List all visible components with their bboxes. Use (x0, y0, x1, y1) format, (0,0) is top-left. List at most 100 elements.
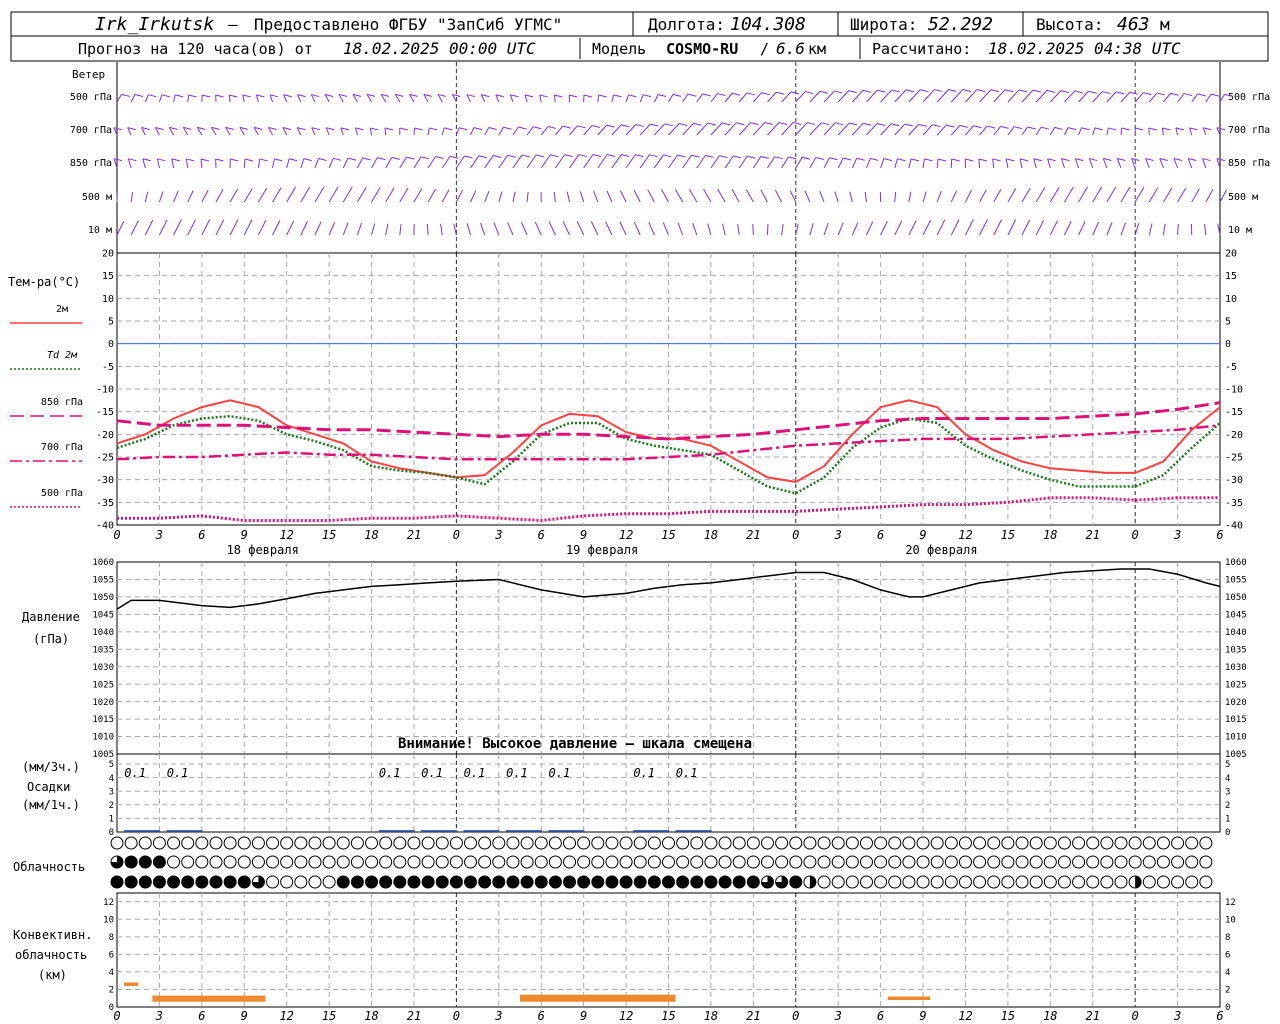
hour-label: 15 (322, 528, 336, 542)
wind-barb-feather (1014, 126, 1023, 130)
wind-barb (269, 94, 274, 103)
cloud-symbol (407, 875, 421, 889)
wind-barb (1005, 158, 1009, 169)
cloud-symbol (280, 875, 294, 889)
cloud-symbol (760, 855, 774, 869)
wind-barb (1035, 220, 1045, 236)
wind-barb (371, 186, 381, 203)
cloud-symbol (393, 875, 407, 889)
cloud-symbol (1185, 836, 1199, 850)
hour-label-bottom: 12 (619, 1009, 633, 1023)
wind-barb-feather (1189, 127, 1198, 131)
wind-barb (583, 125, 593, 136)
wind-barb (1106, 186, 1117, 203)
cloud-symbol (1128, 855, 1142, 869)
wind-barb-feather (658, 94, 667, 98)
wind-barb-feather (521, 154, 531, 158)
hour-label-bottom: 3 (155, 1009, 163, 1023)
cloud-symbol (944, 836, 958, 850)
wind-barb-feather (897, 158, 906, 162)
wind-barb (908, 220, 917, 236)
wind-barb (480, 222, 486, 236)
cloud-symbol (563, 875, 577, 889)
cloud-symbol (520, 836, 534, 850)
wind-barb-feather (918, 123, 927, 127)
cloud-symbol (1072, 855, 1086, 869)
wind-barb-feather (621, 154, 630, 158)
cloud-symbol (421, 836, 435, 850)
cloud-symbol (732, 855, 746, 869)
wind-barb-feather (672, 93, 682, 97)
cloud-symbol (322, 875, 336, 889)
wind-barb-feather (707, 122, 716, 126)
wind-barb (493, 222, 500, 236)
lat-label: Широта: (850, 15, 917, 34)
precipitation-bars: 0.1 0.1 0.1 0.1 0.1 0.1 0.1 0.1 0.1 (124, 766, 712, 832)
wind-barb (243, 219, 253, 236)
wind-barb-feather (746, 155, 756, 159)
cloud-symbol (1043, 875, 1057, 889)
temp-tick-right: -20 (1225, 430, 1243, 441)
precip-value: 0.1 (421, 766, 443, 780)
cloud-symbol (336, 855, 350, 869)
temp-tick-left: -30 (96, 475, 114, 486)
wind-barb (1145, 158, 1150, 169)
wind-barb (385, 157, 393, 169)
cloud-symbol (760, 836, 774, 850)
wind-barb (781, 122, 794, 136)
wind-barb (922, 158, 926, 169)
cloud-symbol (958, 855, 972, 869)
cloud-symbol (930, 836, 944, 850)
temp-tick-right: 20 (1225, 249, 1237, 260)
wind-barb (620, 190, 627, 203)
wind-barb (201, 189, 209, 203)
precip-bar (675, 830, 712, 832)
wind-level-left: 500 гПа (70, 92, 112, 103)
wind-barb (950, 89, 964, 103)
wind-barb-feather (533, 126, 542, 130)
wind-barb (1092, 221, 1100, 236)
hour-label: 18 (1043, 528, 1057, 542)
wind-barb (566, 191, 571, 203)
wind-barb-feather (1148, 127, 1157, 131)
wind-barb (745, 189, 754, 203)
hour-label: 9 (919, 528, 926, 542)
model-res: 6.6 (776, 39, 805, 58)
precip-tick-left: 1 (109, 815, 114, 825)
hour-label: 12 (279, 528, 293, 542)
wind-barb-feather (677, 154, 686, 158)
precip-tick-left: 2 (109, 801, 114, 811)
wind-barb-feather (848, 90, 857, 94)
cloud-symbol (831, 836, 845, 850)
wind-barb-feather (554, 94, 563, 98)
wind-barb (272, 220, 281, 236)
conv-tick-right: 10 (1225, 915, 1236, 925)
cloud-symbol (181, 836, 195, 850)
cloud-symbol (732, 875, 746, 889)
precip-value: 0.1 (124, 766, 146, 780)
wind-barb (1148, 187, 1159, 203)
wind-barb-feather (802, 156, 811, 160)
wind-barb (834, 191, 839, 203)
wind-barb (593, 191, 599, 203)
wind-barb (1033, 158, 1037, 169)
cloud-symbol (704, 875, 718, 889)
wind-barb-feather (256, 94, 265, 98)
wind-barb (682, 93, 689, 103)
wind-barb (569, 125, 578, 136)
wind-barb-feather (1135, 127, 1144, 131)
wind-barb-feather (774, 156, 783, 160)
wind-barb (371, 223, 376, 236)
cloud-symbol (1057, 875, 1071, 889)
wind-barb (1204, 223, 1207, 236)
cloud-symbol (1029, 875, 1043, 889)
cloud-symbol (1171, 836, 1185, 850)
hour-label-bottom: 12 (279, 1009, 293, 1023)
hour-label-bottom: 9 (241, 1009, 248, 1023)
wind-barb-feather (1102, 91, 1111, 95)
wind-barb (738, 92, 748, 103)
wind-barb (526, 191, 529, 203)
cloud-symbol (958, 875, 972, 889)
cloud-symbol (916, 836, 930, 850)
temp-tick-right: -15 (1225, 407, 1243, 418)
